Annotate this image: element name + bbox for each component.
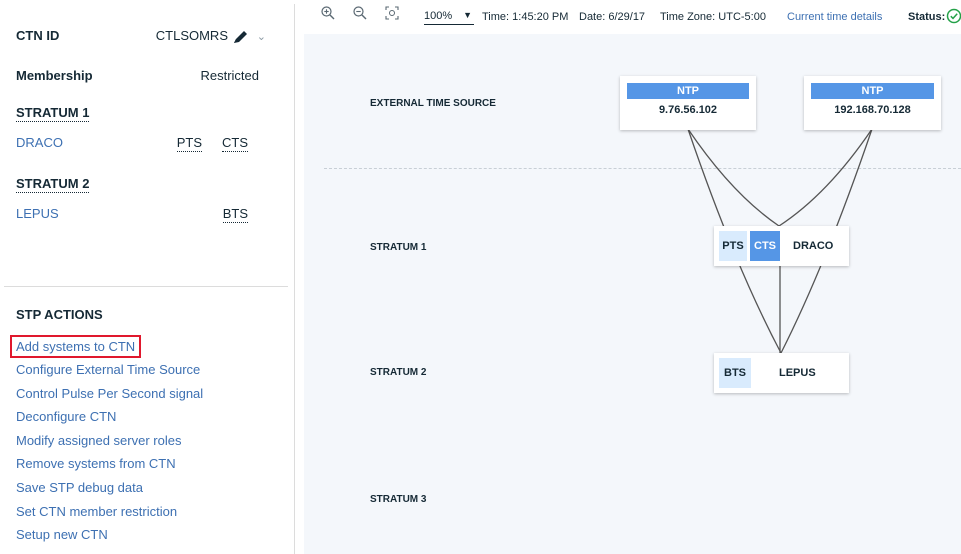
row-label-stratum3: STRATUM 3 [370,494,427,505]
action-configure-external-time-source[interactable]: Configure External Time Source [16,358,288,382]
current-time: Time: 1:45:20 PM [482,11,569,23]
zoom-in-icon[interactable] [320,5,336,21]
time-zone: Time Zone: UTC-5:00 [660,11,766,23]
membership-value: Restricted [200,68,259,83]
ntp-header: NTP [811,83,934,99]
role-bts[interactable]: BTS [222,206,248,223]
stratum2-heading-row: STRATUM 2 [16,176,284,193]
status-ok-icon [946,8,961,24]
row-label-stratum1: STRATUM 1 [370,242,427,253]
status-label: Status: [908,11,946,23]
zoom-out-icon[interactable] [352,5,368,21]
row-label-external: EXTERNAL TIME SOURCE [370,98,496,109]
caret-down-icon: ▼ [463,10,472,20]
role-badge-bts: BTS [719,358,751,388]
zoom-select[interactable]: 100% ▼ [424,10,474,25]
panel-divider [4,286,288,287]
action-remove-systems[interactable]: Remove systems from CTN [16,452,288,476]
external-divider [324,168,961,169]
stp-topology-app: CTN ID CTLSOMRS ⌄ Membership Restricted … [0,0,961,554]
ntp-address: 192.168.70.128 [834,104,911,116]
current-time-details-link[interactable]: Current time details [787,11,882,23]
system-name-lepus: LEPUS [779,367,816,379]
row-label-stratum2: STRATUM 2 [370,367,427,378]
ntp-server-node-1[interactable]: NTP 9.76.56.102 [620,76,756,130]
action-deconfigure-ctn[interactable]: Deconfigure CTN [16,405,288,429]
fit-to-screen-icon[interactable] [384,5,400,21]
system-node-draco[interactable]: PTS CTS DRACO [714,226,849,266]
current-date: Date: 6/29/17 [579,11,646,23]
ctn-details-panel: CTN ID CTLSOMRS ⌄ Membership Restricted … [4,4,295,554]
action-setup-new-ctn[interactable]: Setup new CTN [16,523,288,547]
stp-actions: STP ACTIONS Add systems to CTN Configure… [10,307,288,547]
chevron-down-icon[interactable]: ⌄ [257,30,266,43]
stratum1-system-row: DRACO PTS CTS [16,135,284,152]
edit-pencil-icon[interactable] [232,29,250,45]
action-save-debug-data[interactable]: Save STP debug data [16,476,288,500]
system-link-lepus[interactable]: LEPUS [16,206,59,221]
ntp-server-node-2[interactable]: NTP 192.168.70.128 [804,76,941,130]
role-cts[interactable]: CTS [222,135,248,152]
action-set-member-restriction[interactable]: Set CTN member restriction [16,500,288,524]
stratum2-system-row: LEPUS BTS [16,206,284,223]
topology-canvas[interactable]: EXTERNAL TIME SOURCE STRATUM 1 STRATUM 2… [304,34,961,554]
action-add-systems[interactable]: Add systems to CTN [10,335,142,358]
stratum1-heading[interactable]: STRATUM 1 [16,105,90,122]
stp-actions-title: STP ACTIONS [16,307,103,322]
ctn-id-label: CTN ID [16,28,60,43]
zoom-value: 100% [424,10,453,22]
role-pts[interactable]: PTS [176,135,202,152]
stratum1-heading-row: STRATUM 1 [16,105,284,122]
topology-toolbar: 100% ▼ Time: 1:45:20 PM Date: 6/29/17 Ti… [296,0,961,33]
role-badge-pts: PTS [719,231,747,261]
ctn-id-row: CTN ID CTLSOMRS ⌄ [16,28,284,43]
system-link-draco[interactable]: DRACO [16,135,63,150]
ntp-header: NTP [627,83,749,99]
action-control-pps-signal[interactable]: Control Pulse Per Second signal [16,382,288,406]
role-badge-cts: CTS [750,231,780,261]
system-node-lepus[interactable]: BTS LEPUS [714,353,849,393]
ntp-address: 9.76.56.102 [658,104,718,116]
membership-label: Membership [16,68,93,83]
action-modify-server-roles[interactable]: Modify assigned server roles [16,429,288,453]
system-name-draco: DRACO [793,240,834,252]
stratum2-heading[interactable]: STRATUM 2 [16,176,90,193]
ctn-id-value: CTLSOMRS [155,28,228,43]
membership-row: Membership Restricted [16,68,284,83]
